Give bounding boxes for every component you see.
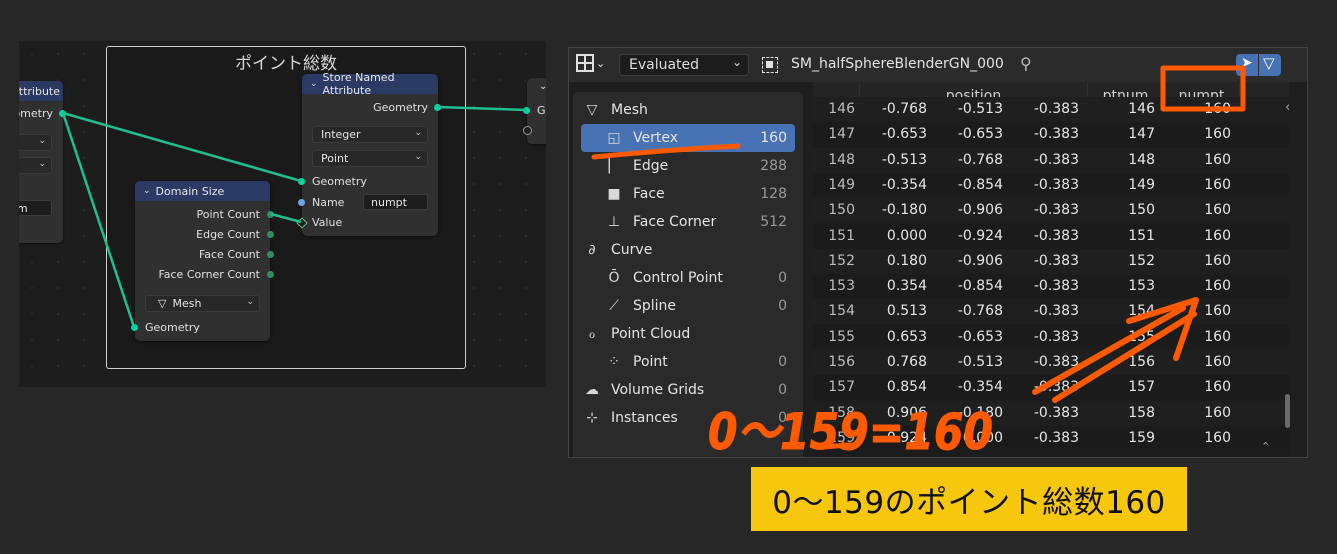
vertex-underline (591, 143, 741, 160)
handwritten-annotation: 0〜159=160 (708, 403, 993, 461)
arrow-line-1 (1032, 305, 1186, 395)
numpt-highlight-box (1160, 65, 1246, 112)
caption-banner: 0〜159のポイント総数160 (751, 467, 1187, 531)
arrow-line-2 (1052, 311, 1197, 403)
